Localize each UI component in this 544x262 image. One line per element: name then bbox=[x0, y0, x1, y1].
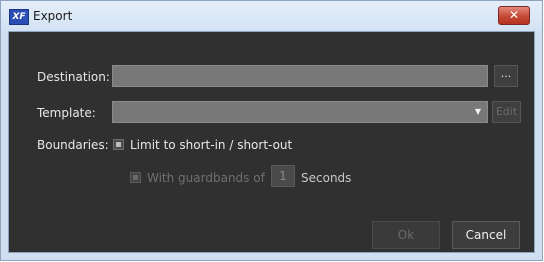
title-bar[interactable]: XF Export ✕ bbox=[1, 1, 542, 31]
guardbands-seconds-input[interactable]: 1 bbox=[271, 165, 295, 187]
ok-label: Ok bbox=[397, 228, 415, 242]
guardbands-seconds-value: 1 bbox=[279, 169, 287, 183]
close-button[interactable]: ✕ bbox=[498, 6, 530, 25]
destination-label: Destination: bbox=[37, 70, 110, 84]
guardbands-checkbox[interactable] bbox=[130, 172, 141, 183]
template-label: Template: bbox=[37, 106, 96, 120]
browse-button[interactable]: ... bbox=[494, 65, 518, 87]
edit-label: Edit bbox=[495, 105, 518, 118]
browse-label: ... bbox=[500, 67, 512, 80]
limit-checkbox-label[interactable]: Limit to short-in / short-out bbox=[130, 138, 292, 152]
dialog-body: Destination: ... Template: ▼ Edit Bounda… bbox=[8, 31, 535, 253]
close-x-icon: ✕ bbox=[508, 8, 520, 22]
dropdown-arrow-icon[interactable]: ▼ bbox=[475, 107, 481, 116]
limit-checkbox[interactable] bbox=[113, 139, 124, 150]
template-select[interactable]: ▼ bbox=[112, 101, 488, 123]
destination-input[interactable] bbox=[112, 65, 488, 87]
boundaries-label: Boundaries: bbox=[37, 138, 109, 152]
cancel-label: Cancel bbox=[465, 228, 507, 242]
export-dialog: XF Export ✕ Destination: ... Template: ▼… bbox=[0, 0, 543, 261]
cancel-button[interactable]: Cancel bbox=[452, 221, 520, 249]
seconds-label: Seconds bbox=[301, 171, 352, 185]
app-logo-icon: XF bbox=[9, 9, 29, 25]
ok-button[interactable]: Ok bbox=[372, 221, 440, 249]
dialog-title: Export bbox=[33, 9, 73, 23]
edit-button[interactable]: Edit bbox=[492, 101, 521, 123]
guardbands-label: With guardbands of bbox=[147, 171, 265, 185]
